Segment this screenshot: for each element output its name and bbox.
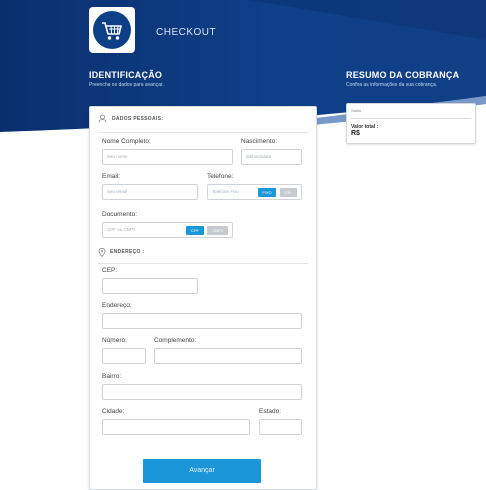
street-field[interactable]: [102, 313, 302, 329]
billing-summary-title: RESUMO DA COBRANÇA: [346, 70, 460, 80]
cep-field[interactable]: [102, 278, 198, 294]
location-pin-icon: [98, 248, 106, 257]
number-field[interactable]: [102, 348, 146, 364]
phone-type-cel[interactable]: CEL: [280, 188, 297, 197]
cep-label: CEP:: [102, 267, 118, 274]
birth-date-field[interactable]: dd/mm/aaaa: [241, 149, 302, 165]
logo: [89, 7, 135, 53]
shopping-cart-icon: [102, 22, 122, 40]
document-type-cpf[interactable]: CPF: [186, 226, 204, 235]
submit-button[interactable]: Avançar: [143, 459, 261, 483]
state-label: Estado:: [259, 408, 282, 415]
personal-divider: [98, 132, 308, 133]
complement-field[interactable]: [154, 348, 302, 364]
email-label: Email:: [102, 173, 121, 180]
identification-subtitle: Preencha os dados para avançar.: [89, 82, 164, 88]
summary-item-label: Saldo: [351, 108, 362, 113]
street-label: Endereço:: [102, 302, 132, 309]
city-field[interactable]: [102, 419, 250, 435]
total-value: R$: [351, 130, 360, 137]
state-field[interactable]: [259, 419, 302, 435]
number-label: Número:: [102, 337, 127, 344]
document-type-cnpj[interactable]: CNPJ: [207, 226, 228, 235]
phone-type-fixo[interactable]: FIXO: [258, 188, 276, 197]
personal-data-heading: DADOS PESSOAIS:: [112, 116, 164, 122]
document-placeholder: CPF ou CNPJ: [107, 227, 136, 232]
phone-label: Telefone:: [207, 173, 234, 180]
address-divider: [98, 263, 308, 264]
identification-title: IDENTIFICAÇÃO: [89, 70, 163, 80]
district-label: Bairro:: [102, 373, 122, 380]
full-name-field[interactable]: Seu nome: [102, 149, 233, 165]
billing-summary-subtitle: Confira as informações da sua cobrança.: [346, 82, 438, 88]
page-title: CHECKOUT: [156, 27, 217, 38]
phone-placeholder: Telefone Fixo: [212, 189, 239, 194]
summary-divider: [351, 118, 471, 119]
address-heading: ENDEREÇO :: [110, 249, 145, 255]
complement-label: Complemento:: [154, 337, 197, 344]
email-field[interactable]: Seu email: [102, 184, 198, 200]
user-icon: [98, 114, 107, 123]
billing-summary-card: Saldo Valor total : R$: [346, 103, 476, 144]
district-field[interactable]: [102, 384, 302, 400]
document-label: Documento:: [102, 211, 138, 218]
birth-date-label: Nascimento:: [241, 138, 278, 145]
checkout-form-card: DADOS PESSOAIS: Nome Completo: Seu nome …: [89, 106, 317, 490]
full-name-label: Nome Completo:: [102, 138, 151, 145]
city-label: Cidade:: [102, 408, 125, 415]
